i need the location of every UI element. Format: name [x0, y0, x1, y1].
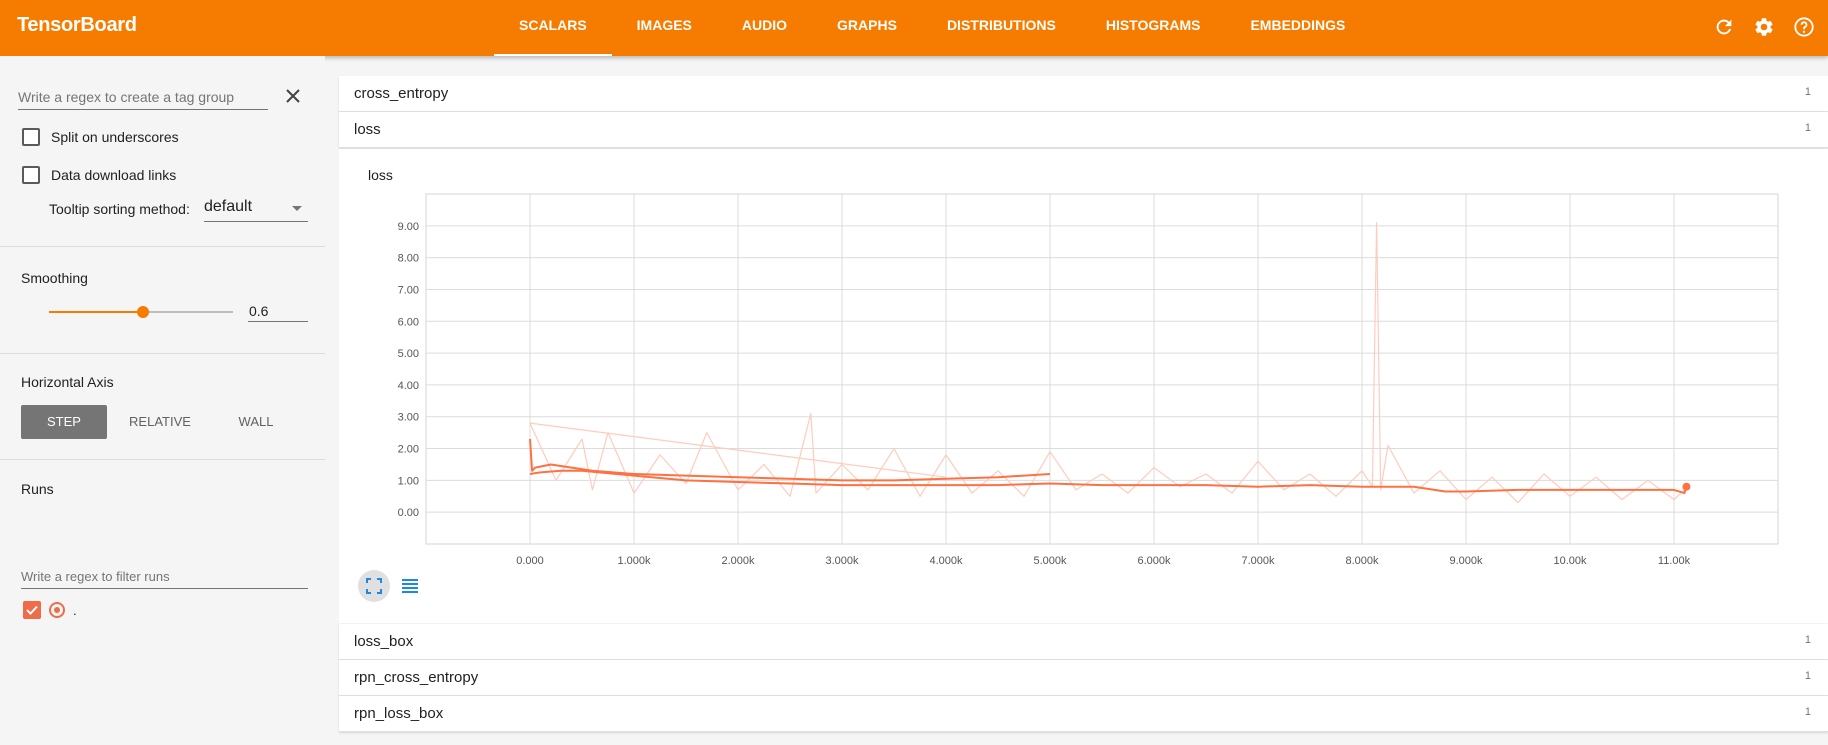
smoothing-slider[interactable] [49, 306, 233, 318]
x-tick-label: 4.000k [929, 555, 963, 567]
tag-regex-input[interactable] [18, 85, 268, 110]
axis-relative-button[interactable]: RELATIVE [117, 405, 203, 439]
y-tick-label: 4.00 [398, 380, 419, 392]
smoothing-slider-fill [49, 311, 143, 313]
x-tick-label: 8.000k [1345, 555, 1379, 567]
run-item: . [23, 601, 77, 619]
category-rpn-cross-entropy[interactable]: rpn_cross_entropy 1 [339, 660, 1828, 696]
category-name: loss [354, 121, 381, 138]
divider [0, 459, 325, 460]
tab-graphs[interactable]: GRAPHS [812, 0, 922, 56]
y-tick-label: 9.00 [398, 221, 419, 233]
tab-histograms[interactable]: HISTOGRAMS [1081, 0, 1226, 56]
data-table-icon[interactable] [394, 570, 426, 602]
category-name: loss_box [354, 633, 414, 650]
split-underscores-label: Split on underscores [51, 129, 179, 145]
x-tick-label: 6.000k [1137, 555, 1171, 567]
x-tick-label: 1.000k [617, 555, 651, 567]
divider [0, 246, 325, 247]
settings-icon[interactable] [1750, 13, 1778, 41]
series-endpoint-marker [1682, 482, 1691, 491]
fullscreen-icon[interactable] [358, 570, 390, 602]
category-loss[interactable]: loss 1 [339, 112, 1828, 148]
x-tick-label: 11.00k [1658, 555, 1691, 567]
y-tick-label: 5.00 [398, 348, 419, 360]
close-icon[interactable] [283, 86, 303, 106]
horizontal-axis-selector: STEP RELATIVE WALL [21, 405, 309, 439]
x-tick-label: 0.000 [516, 555, 544, 567]
tab-images[interactable]: IMAGES [612, 0, 717, 56]
tab-scalars[interactable]: SCALARS [494, 0, 612, 56]
y-tick-label: 1.00 [398, 475, 419, 487]
y-tick-label: 7.00 [398, 284, 419, 296]
run-name: . [73, 602, 77, 618]
run-filter-input[interactable]: Write a regex to filter runs [21, 566, 308, 589]
radio-dot [54, 607, 60, 613]
tooltip-sorting-value: default [204, 198, 253, 215]
category-name: cross_entropy [354, 85, 449, 102]
raw-series-line [529, 221, 1685, 504]
loss-chart[interactable]: 0.000 1.000k 2.000k 3.000k 4.000k 5.000k 6.000… [339, 149, 1828, 569]
checkbox-box[interactable] [22, 166, 40, 184]
horizontal-axis-title: Horizontal Axis [21, 374, 114, 390]
x-tick-label: 7.000k [1241, 555, 1275, 567]
tab-distributions[interactable]: DISTRIBUTIONS [922, 0, 1081, 56]
y-tick-label: 8.00 [398, 253, 419, 265]
axis-step-button[interactable]: STEP [21, 405, 107, 439]
loss-chart-card: loss 0.000 1.000k 2.000k 3.000k 4.000k 5.000k… [339, 149, 1828, 623]
chart-controls [358, 570, 430, 602]
plot-frame [425, 193, 1779, 545]
x-tick-label: 3.000k [825, 555, 859, 567]
help-icon[interactable] [1790, 13, 1818, 41]
refresh-icon[interactable] [1710, 13, 1738, 41]
y-tick-label: 0.00 [398, 507, 419, 519]
x-tick-label: 2.000k [721, 555, 755, 567]
runs-title: Runs [21, 481, 54, 497]
y-tick-label: 2.00 [398, 444, 419, 456]
sidebar: Split on underscores Data download links… [0, 56, 325, 745]
category-cross-entropy[interactable]: cross_entropy 1 [339, 76, 1828, 112]
x-tick-label: 5.000k [1033, 555, 1067, 567]
y-tick-label: 3.00 [398, 412, 419, 424]
smoothed-series-line [529, 469, 1688, 495]
toolbar-icons [1710, 13, 1818, 41]
split-underscores-checkbox[interactable]: Split on underscores [22, 128, 179, 146]
nav-tabs: SCALARS IMAGES AUDIO GRAPHS DISTRIBUTION… [494, 0, 1370, 56]
category-loss-box[interactable]: loss_box 1 [339, 624, 1828, 660]
chevron-down-icon [292, 206, 302, 211]
x-tick-label: 9.000k [1449, 555, 1483, 567]
smoothing-slider-knob[interactable] [136, 306, 149, 318]
data-download-links-label: Data download links [51, 167, 177, 183]
data-download-links-checkbox[interactable]: Data download links [22, 166, 176, 184]
category-count: 1 [1804, 86, 1811, 98]
run-checkbox[interactable] [23, 601, 41, 619]
check-icon [26, 605, 38, 615]
category-rpn-loss-box[interactable]: rpn_loss_box 1 [339, 696, 1828, 732]
y-tick-label: 6.00 [398, 316, 419, 328]
category-name: rpn_loss_box [354, 705, 444, 722]
tooltip-sorting-label: Tooltip sorting method: [49, 201, 190, 217]
smoothing-input[interactable]: 0.6 [248, 300, 308, 322]
app-title: TensorBoard [17, 14, 137, 36]
category-count: 1 [1804, 706, 1811, 718]
tooltip-sorting-select[interactable]: default [204, 195, 308, 222]
smoothing-title: Smoothing [21, 270, 88, 286]
category-count: 1 [1804, 122, 1811, 134]
category-count: 1 [1804, 634, 1811, 646]
divider [0, 353, 325, 354]
tab-embeddings[interactable]: EMBEDDINGS [1225, 0, 1370, 56]
axis-wall-button[interactable]: WALL [213, 405, 299, 439]
checkbox-box[interactable] [22, 128, 40, 146]
category-count: 1 [1804, 670, 1811, 682]
tab-audio[interactable]: AUDIO [717, 0, 812, 56]
x-tick-label: 10.00k [1553, 555, 1587, 567]
category-name: rpn_cross_entropy [354, 669, 479, 686]
top-app-bar: TensorBoard SCALARS IMAGES AUDIO GRAPHS … [0, 0, 1828, 56]
run-radio[interactable] [49, 602, 65, 618]
